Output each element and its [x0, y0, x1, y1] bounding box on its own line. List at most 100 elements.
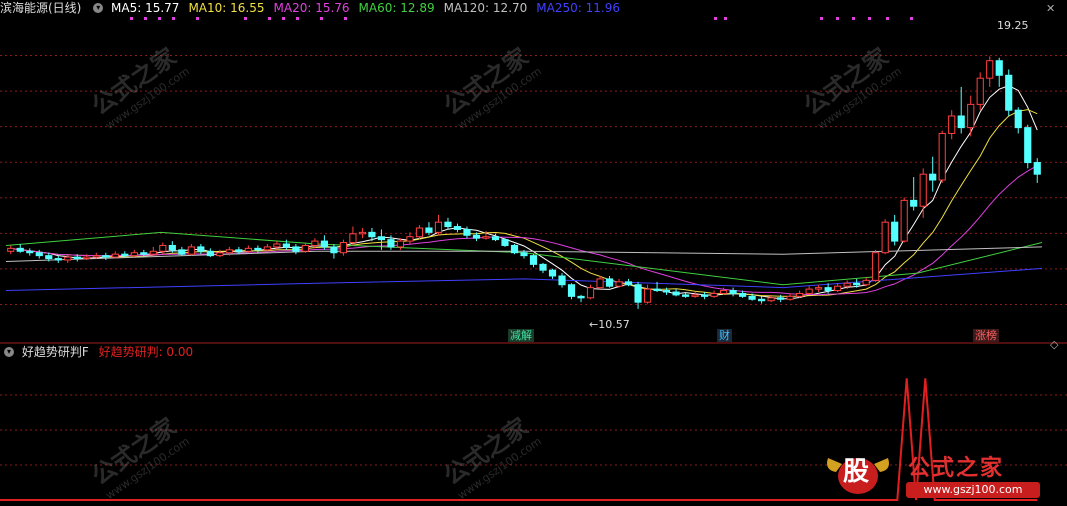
chart-grid	[0, 55, 1067, 344]
candle-up	[872, 252, 880, 281]
indicator-circle-icon[interactable]: ▾	[4, 346, 14, 357]
candle-down	[700, 294, 709, 297]
candle-up	[786, 295, 794, 300]
candle-up	[643, 288, 652, 303]
signal-dot	[196, 17, 199, 20]
candle-down	[891, 221, 899, 242]
candle-up	[691, 294, 699, 297]
diamond-icon[interactable]: ◇	[1050, 338, 1058, 351]
candle-down	[387, 239, 395, 248]
candle-down	[368, 231, 376, 238]
candle-up	[339, 242, 348, 254]
candle-up	[805, 288, 813, 294]
candle-up	[967, 103, 975, 129]
signal-dot	[282, 17, 285, 20]
candle-down	[758, 298, 766, 302]
candle-down	[739, 292, 747, 297]
candle-down	[558, 275, 566, 286]
candle-down	[491, 236, 500, 241]
candle-up	[301, 244, 309, 252]
close-icon[interactable]: ✕	[1046, 2, 1055, 15]
candle-up	[187, 246, 195, 255]
settings-circle-icon[interactable]: ▾	[93, 2, 104, 13]
signal-dot	[910, 17, 913, 20]
candle-up	[263, 246, 271, 251]
candle-down	[444, 221, 452, 228]
signal-dot	[244, 17, 247, 20]
candle-down	[624, 281, 633, 286]
candle-down	[178, 249, 186, 255]
candle-down	[463, 228, 471, 236]
ma-legend-item: MA250: 11.96	[536, 1, 620, 15]
candle-up	[273, 243, 281, 248]
candle-down	[672, 291, 680, 296]
candle-up	[919, 173, 927, 207]
candle-up	[358, 231, 367, 235]
logo-mark-glyph: 股	[842, 457, 869, 487]
candle-down	[929, 173, 937, 181]
candle-up	[130, 252, 138, 257]
candle-down	[995, 60, 1003, 76]
candle-up	[986, 60, 994, 79]
signal-dot	[820, 17, 823, 20]
candle-up	[976, 77, 984, 105]
candle-up	[710, 292, 718, 297]
candle-down	[472, 234, 481, 239]
ma-legend-item: MA60: 12.89	[358, 1, 435, 15]
signal-dot	[344, 17, 347, 20]
ma5-line	[10, 85, 1038, 300]
tag-zhangbang[interactable]: 涨榜	[973, 329, 999, 342]
candle-down	[910, 199, 918, 207]
candle-down	[539, 263, 547, 271]
ma-legend-item: MA20: 15.76	[273, 1, 350, 15]
signal-dot	[852, 17, 855, 20]
candle-down	[45, 255, 53, 260]
candle-down	[1024, 127, 1032, 164]
candle-down	[520, 252, 528, 257]
candle-down	[330, 246, 338, 254]
high-price-label: 19.25	[997, 19, 1029, 32]
ma-legend: MA5: 15.77 MA10: 16.55 MA20: 15.76 MA60: 12…	[111, 1, 629, 15]
logo-text: 公式之家	[908, 456, 1005, 481]
candle-up	[586, 287, 595, 299]
candle-up	[720, 290, 728, 294]
tag-jianjie[interactable]: 减解	[508, 329, 534, 342]
ma250-line	[5, 267, 1043, 291]
candle-down	[121, 253, 129, 257]
candle-up	[149, 250, 157, 255]
indicator-header: ▾ 好趋势研判F 好趋势研判: 0.00	[0, 344, 700, 360]
candle-down	[1014, 109, 1022, 129]
candle-up	[7, 247, 15, 252]
ma-legend-item: MA120: 12.70	[443, 1, 528, 15]
candle-up	[900, 199, 908, 242]
candle-down	[853, 282, 861, 286]
candle-down	[453, 226, 462, 230]
candle-up	[92, 255, 100, 258]
candle-up	[938, 132, 946, 181]
candle-up	[948, 115, 956, 134]
candle-down	[140, 252, 148, 255]
candle-up	[843, 282, 851, 287]
candle-down	[282, 243, 290, 248]
top-signal-dots	[130, 17, 913, 20]
candle-down	[26, 250, 34, 254]
chart-header: 滨海能源(日线) ▾ MA5: 15.77 MA10: 16.55 MA20: 15…	[0, 0, 1067, 16]
candle-up	[482, 236, 490, 239]
ma-legend-item: MA10: 16.55	[188, 1, 265, 15]
ma10-line	[10, 109, 1038, 297]
candle-down	[235, 249, 243, 252]
candle-up	[767, 297, 775, 302]
candle-up	[862, 279, 870, 286]
site-logo: 股 公式之家 www.gszj100.com	[820, 444, 1045, 502]
candle-up	[406, 236, 414, 242]
candle-down	[777, 297, 785, 300]
candle-down	[567, 284, 576, 297]
tag-cai[interactable]: 财	[717, 329, 732, 342]
candle-down	[320, 240, 328, 248]
candle-down	[197, 246, 205, 252]
candle-down	[729, 290, 737, 294]
candle-down	[73, 256, 81, 260]
candle-down	[425, 227, 433, 233]
candle-down	[1005, 74, 1013, 111]
candle-down	[748, 295, 756, 300]
